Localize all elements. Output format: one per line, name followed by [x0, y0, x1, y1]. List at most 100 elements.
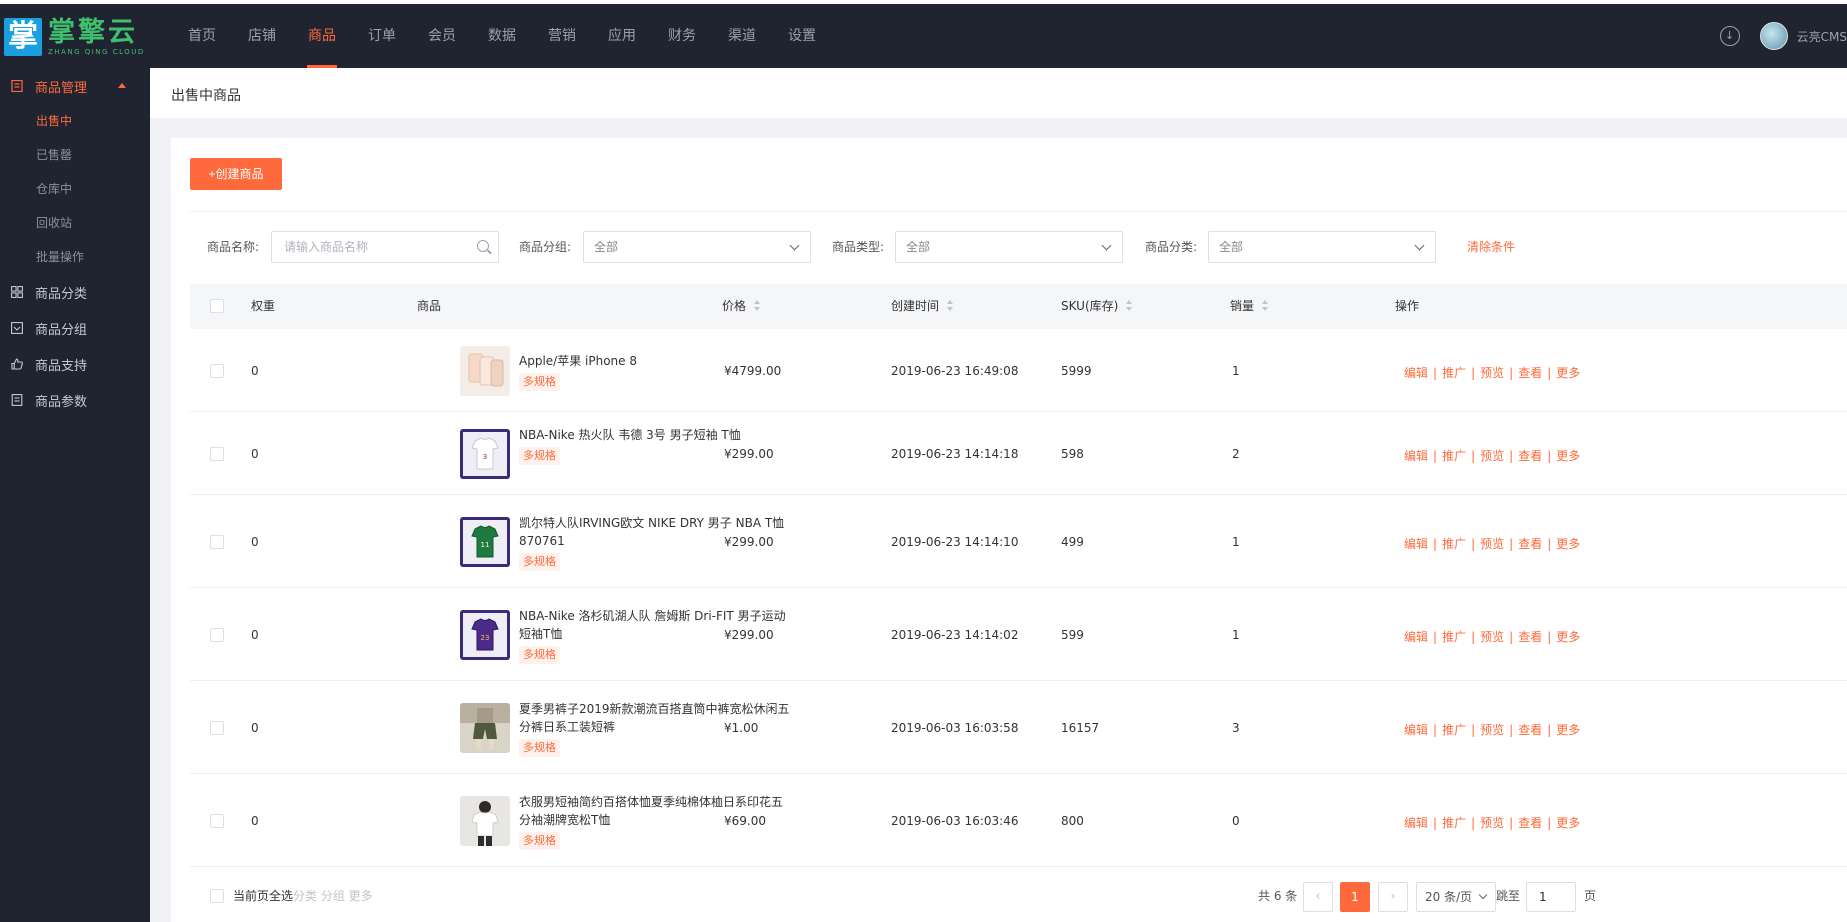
create-product-button[interactable]: +创建商品	[190, 158, 282, 190]
nav-item-0[interactable]: 首页	[172, 4, 232, 68]
sidebar-subitem-1[interactable]: 已售罄	[0, 138, 150, 172]
type-select[interactable]: 全部	[895, 231, 1123, 263]
header-created[interactable]: 创建时间	[891, 284, 954, 329]
op-2-link[interactable]: 预览	[1480, 723, 1504, 737]
bulk-actions[interactable]: 分类 分组 更多	[293, 879, 373, 913]
sidebar-subitem-0[interactable]: 出售中	[0, 104, 150, 138]
op-3-link[interactable]: 查看	[1518, 630, 1542, 644]
row-checkbox[interactable]	[210, 364, 224, 378]
sidebar-subitem-4[interactable]: 批量操作	[0, 240, 150, 274]
nav-item-2[interactable]: 商品	[292, 4, 352, 68]
op-4-link[interactable]: 更多	[1556, 537, 1580, 551]
category-select[interactable]: 全部	[1208, 231, 1436, 263]
download-icon[interactable]: ↓	[1719, 26, 1740, 46]
prev-page-button[interactable]: ‹	[1303, 882, 1333, 912]
group-select[interactable]: 全部	[583, 231, 811, 263]
op-2-link[interactable]: 预览	[1480, 449, 1504, 463]
search-icon[interactable]	[477, 240, 489, 252]
op-3-link[interactable]: 查看	[1518, 816, 1542, 830]
op-0-link[interactable]: 编辑	[1404, 537, 1428, 551]
row-created: 2019-06-23 14:14:10	[891, 535, 1019, 549]
op-separator: |	[1547, 449, 1552, 463]
op-3-link[interactable]: 查看	[1518, 366, 1542, 380]
row-checkbox[interactable]	[210, 628, 224, 642]
table-row: 0 夏季男裤子2019新款潮流百搭直筒中裤宽松休闲五分裤日系工装短裤 多规格 ¥1.0…	[190, 681, 1847, 774]
op-1-link[interactable]: 推广	[1442, 816, 1466, 830]
op-4-link[interactable]: 更多	[1556, 366, 1580, 380]
op-1-link[interactable]: 推广	[1442, 366, 1466, 380]
op-2-link[interactable]: 预览	[1480, 630, 1504, 644]
nav-item-5[interactable]: 数据	[472, 4, 532, 68]
header-price[interactable]: 价格	[722, 284, 761, 329]
op-4-link[interactable]: 更多	[1556, 816, 1580, 830]
nav-item-10[interactable]: 设置	[772, 4, 832, 68]
sidebar-group-product-management[interactable]: 商品管理	[0, 68, 150, 104]
nav-item-3[interactable]: 订单	[352, 4, 412, 68]
op-4-link[interactable]: 更多	[1556, 449, 1580, 463]
row-checkbox[interactable]	[210, 814, 224, 828]
row-checkbox[interactable]	[210, 535, 224, 549]
product-name[interactable]: NBA-Nike 热火队 韦德 3号 男子短袖 T恤	[519, 426, 791, 444]
page-size-select[interactable]: 20 条/页	[1416, 882, 1496, 912]
category-select-value: 全部	[1219, 240, 1244, 254]
op-3-link[interactable]: 查看	[1518, 537, 1542, 551]
nav-item-1[interactable]: 店铺	[232, 4, 292, 68]
product-name-input[interactable]	[272, 232, 498, 262]
sidebar-sub-list: 出售中 已售罄 仓库中 回收站 批量操作	[0, 104, 150, 274]
nav-item-6[interactable]: 营销	[532, 4, 592, 68]
sidebar-subitem-2[interactable]: 仓库中	[0, 172, 150, 206]
product-thumbnail[interactable]	[460, 346, 510, 396]
select-all-label[interactable]: 当前页全选	[233, 879, 293, 913]
nav-item-8[interactable]: 财务	[652, 4, 712, 68]
sort-icon[interactable]	[754, 300, 761, 311]
select-all-checkbox[interactable]	[210, 299, 224, 313]
sort-icon[interactable]	[947, 300, 954, 311]
sidebar-group-1[interactable]: 商品分组	[0, 310, 150, 346]
nav-item-7[interactable]: 应用	[592, 4, 652, 68]
product-thumbnail[interactable]: 23	[460, 610, 510, 660]
op-1-link[interactable]: 推广	[1442, 537, 1466, 551]
header-sku[interactable]: SKU(库存)	[1061, 284, 1133, 329]
op-1-link[interactable]: 推广	[1442, 630, 1466, 644]
op-0-link[interactable]: 编辑	[1404, 630, 1428, 644]
sidebar-group-3[interactable]: 商品参数	[0, 382, 150, 418]
op-3-link[interactable]: 查看	[1518, 449, 1542, 463]
op-0-link[interactable]: 编辑	[1404, 449, 1428, 463]
sort-icon[interactable]	[1262, 300, 1269, 311]
op-4-link[interactable]: 更多	[1556, 723, 1580, 737]
page-select-all-checkbox[interactable]	[210, 889, 224, 903]
page-title: 出售中商品	[171, 88, 241, 104]
row-checkbox[interactable]	[210, 721, 224, 735]
product-thumbnail[interactable]: 11	[460, 517, 510, 567]
op-1-link[interactable]: 推广	[1442, 723, 1466, 737]
op-3-link[interactable]: 查看	[1518, 723, 1542, 737]
nav-item-9[interactable]: 渠道	[712, 4, 772, 68]
op-0-link[interactable]: 编辑	[1404, 816, 1428, 830]
op-0-link[interactable]: 编辑	[1404, 723, 1428, 737]
op-2-link[interactable]: 预览	[1480, 816, 1504, 830]
op-1-link[interactable]: 推广	[1442, 449, 1466, 463]
svg-text:3: 3	[483, 453, 487, 461]
sidebar-subitem-3[interactable]: 回收站	[0, 206, 150, 240]
op-2-link[interactable]: 预览	[1480, 537, 1504, 551]
op-0-link[interactable]: 编辑	[1404, 366, 1428, 380]
nav-item-4[interactable]: 会员	[412, 4, 472, 68]
op-2-link[interactable]: 预览	[1480, 366, 1504, 380]
op-4-link[interactable]: 更多	[1556, 630, 1580, 644]
sidebar-group-2[interactable]: 商品支持	[0, 346, 150, 382]
sidebar-group-0[interactable]: 商品分类	[0, 274, 150, 310]
product-thumbnail[interactable]: 3	[460, 429, 510, 479]
product-thumbnail[interactable]	[460, 703, 510, 753]
jump-page-input[interactable]	[1526, 882, 1576, 912]
header-sales[interactable]: 销量	[1230, 284, 1269, 329]
user-name[interactable]: 云亮CMS	[1797, 28, 1847, 45]
row-weight: 0	[251, 628, 259, 642]
clear-filters-link[interactable]: 清除条件	[1467, 231, 1515, 263]
next-page-button[interactable]: ›	[1378, 882, 1408, 912]
avatar[interactable]	[1759, 22, 1788, 50]
page-1-button[interactable]: 1	[1340, 882, 1370, 912]
product-thumbnail[interactable]	[460, 796, 510, 846]
logo[interactable]: 掌 掌擎云 ZHANG QING CLOUD	[4, 16, 145, 58]
sort-icon[interactable]	[1126, 300, 1133, 311]
row-checkbox[interactable]	[210, 447, 224, 461]
